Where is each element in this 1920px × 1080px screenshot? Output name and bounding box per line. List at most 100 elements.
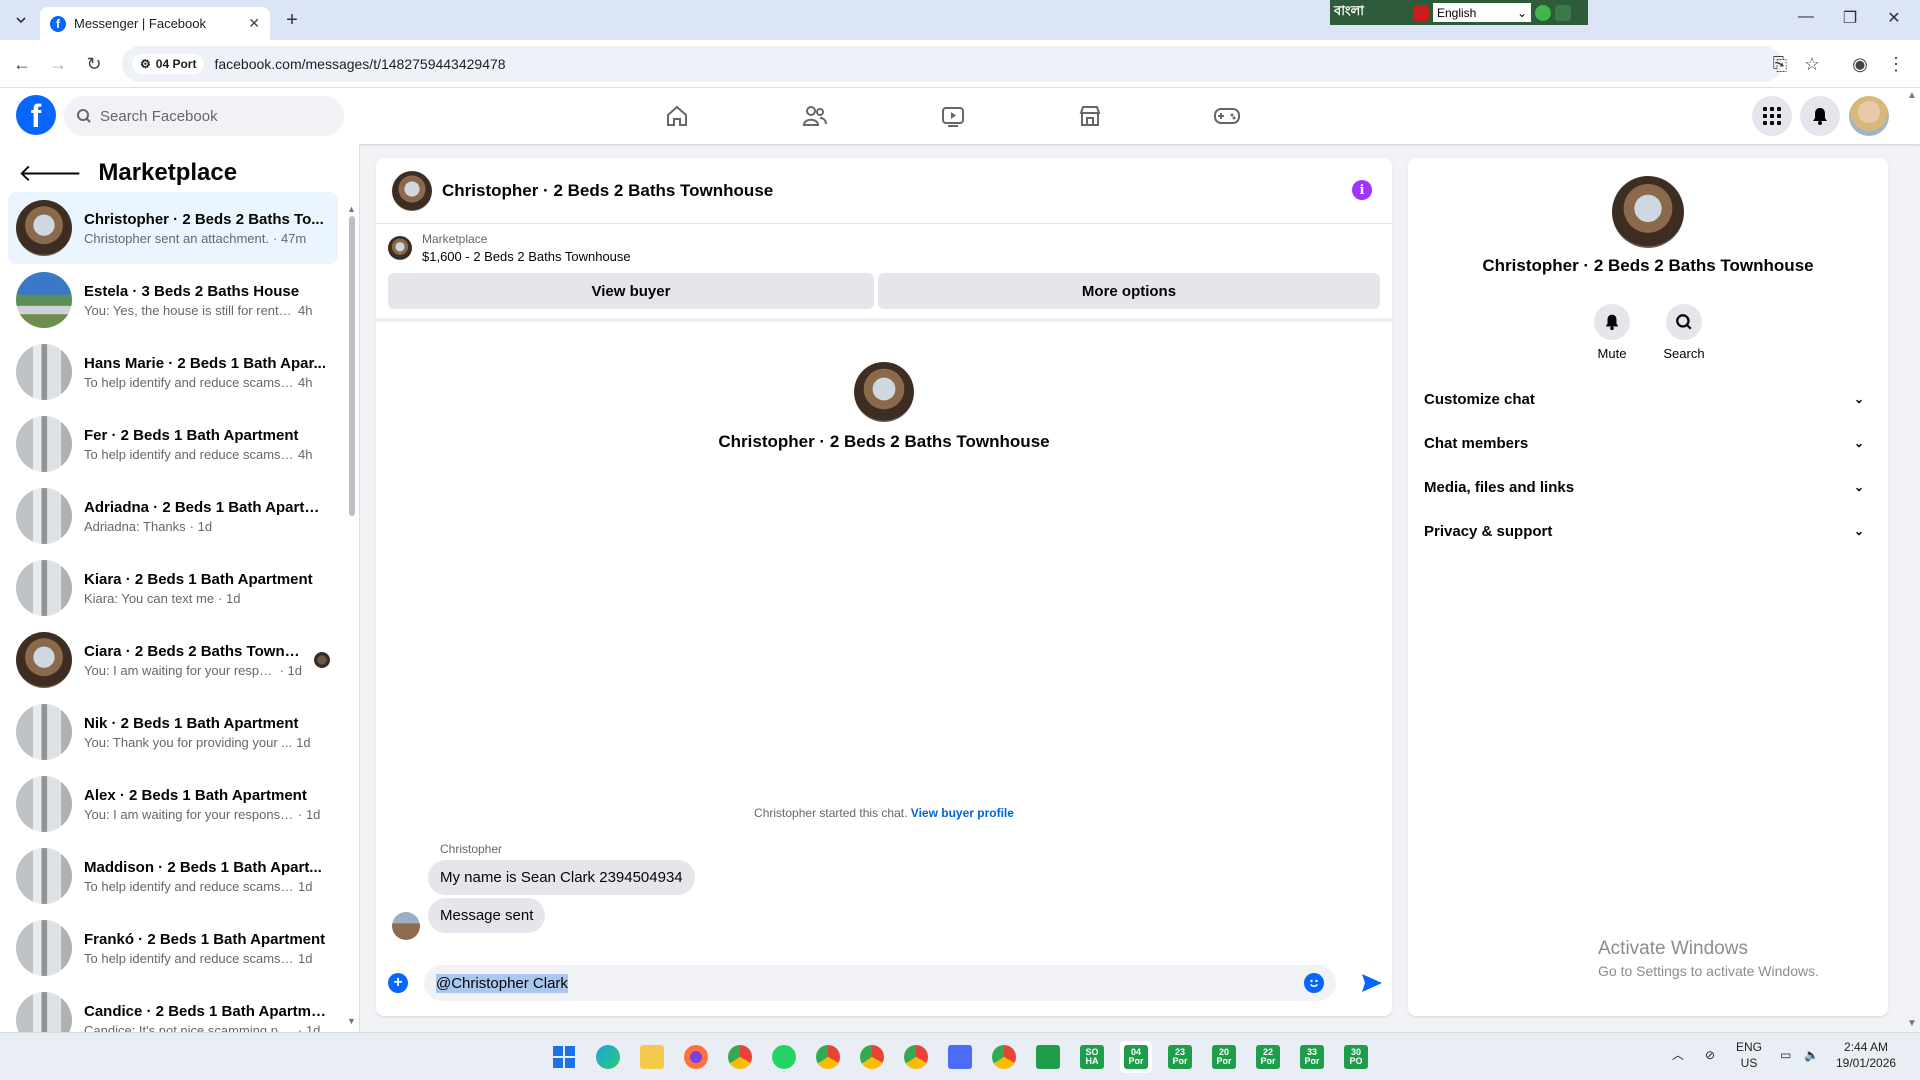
firefox-icon[interactable] [680,1041,712,1073]
conversation-item[interactable]: Adriadna · 2 Beds 1 Bath Apartm... Adriad… [8,480,338,552]
new-tab-button[interactable]: + [280,8,304,32]
back-arrow-icon[interactable]: 🡐 [18,158,82,188]
profile-icon[interactable]: ◉ [1848,52,1872,76]
taskbar-app-4[interactable]: 22 Por [1252,1041,1284,1073]
chat-title[interactable]: Christopher · 2 Beds 2 Baths Townhouse [442,181,773,201]
conversation-item[interactable]: Christopher · 2 Beds 2 Baths To... Christ… [8,192,338,264]
chrome-profile-icon[interactable] [856,1041,888,1073]
app-icon[interactable] [944,1041,976,1073]
menu-grid-icon[interactable] [1752,96,1792,136]
language-indicator[interactable]: ENG US [1736,1039,1762,1071]
emoji-icon[interactable] [1304,973,1324,993]
whatsapp-icon[interactable] [768,1041,800,1073]
conversation-name: Adriadna · 2 Beds 1 Bath Apartm... [84,498,330,516]
volume-icon[interactable]: 🔈 [1804,1047,1819,1063]
more-actions-plus-icon[interactable]: + [388,973,408,993]
conversation-item[interactable]: Kiara · 2 Beds 1 Bath Apartment Kiara: Yo… [8,552,338,624]
conversation-info-icon[interactable]: i [1352,180,1372,200]
facebook-search[interactable] [64,96,344,136]
close-window-icon[interactable]: ✕ [1880,8,1908,28]
back-icon[interactable]: ← [10,52,34,76]
nav-marketplace-icon[interactable] [1035,92,1145,140]
chrome-profile-icon[interactable] [988,1041,1020,1073]
conversation-item[interactable]: Hans Marie · 2 Beds 1 Bath Apar... To hel… [8,336,338,408]
site-info-chip[interactable]: ⚙ 04 Port [132,54,205,74]
bookmark-star-icon[interactable]: ☆ [1800,52,1824,76]
taskbar-app-5[interactable]: 33 Por [1296,1041,1328,1073]
conversation-item[interactable]: Fer · 2 Beds 1 Bath Apartment To help ide… [8,408,338,480]
nav-friends-icon[interactable] [760,92,870,140]
account-avatar[interactable] [1849,96,1889,136]
tray-overflow-icon[interactable]: ︿ [1672,1047,1684,1063]
taskbar-app-0[interactable]: SO HA [1076,1041,1108,1073]
conversation-item[interactable]: Frankó · 2 Beds 1 Bath Apartment To help … [8,912,338,984]
privacy-support-row[interactable]: Privacy & support ⌄ [1424,513,1872,549]
restore-icon[interactable]: ❐ [1836,8,1864,28]
conversation-item[interactable]: Ciara · 2 Beds 2 Baths Townho... You: I a… [8,624,338,696]
conversation-item[interactable]: Nik · 2 Beds 1 Bath Apartment You: Thank … [8,696,338,768]
details-avatar[interactable] [1612,176,1684,248]
sidebar-scrollbar[interactable]: ▲ ▼ [347,204,356,1026]
taskbar-app-3[interactable]: 20 Por [1208,1041,1240,1073]
reload-icon[interactable]: ↻ [82,52,106,76]
taskbar-app-1[interactable]: 04 Por [1120,1041,1152,1073]
chat-members-row[interactable]: Chat members ⌄ [1424,425,1872,461]
conversation-item[interactable]: Candice · 2 Beds 1 Bath Apartme... Candic… [8,984,338,1032]
view-buyer-profile-link[interactable]: View buyer profile [911,806,1014,820]
menu-kebab-icon[interactable]: ⋮ [1884,52,1908,76]
listing-summary[interactable]: Marketplace $1,600 - 2 Beds 2 Baths Town… [388,232,631,264]
facebook-header: f [0,88,1920,144]
nav-home-icon[interactable] [622,92,732,140]
search-in-chat-button[interactable]: Search [1654,304,1714,361]
message-bubble[interactable]: Message sent [428,898,546,933]
search-input[interactable] [100,107,320,125]
voicemail-icon[interactable] [1032,1041,1064,1073]
conversation-item[interactable]: Alex · 2 Beds 1 Bath Apartment You: I am … [8,768,338,840]
edge-icon[interactable] [592,1041,624,1073]
notifications-bell-icon[interactable] [1800,96,1840,136]
taskbar-app-2[interactable]: 23 Por [1164,1041,1196,1073]
view-buyer-button[interactable]: View buyer [388,273,874,309]
omnibox[interactable]: ⚙ 04 Port facebook.com/messages/t/1482759… [122,46,1782,82]
more-options-button[interactable]: More options [878,273,1380,309]
chrome-profile-icon[interactable] [900,1041,932,1073]
message-bubble[interactable]: My name is Sean Clark 2394504934 [428,860,695,895]
network-icon[interactable]: ⊘ [1705,1047,1715,1063]
facebook-logo[interactable]: f [16,95,56,135]
nav-gaming-icon[interactable] [1172,92,1282,140]
nav-video-icon[interactable] [898,92,1008,140]
message-input-text[interactable]: @Christopher Clark [436,973,568,993]
display-icon[interactable]: ▭ [1780,1047,1791,1063]
mute-button[interactable]: Mute [1582,304,1642,361]
tab-search-icon[interactable] [10,9,32,31]
chat-avatar[interactable] [392,170,432,211]
clock[interactable]: 2:44 AM 19/01/2026 [1836,1039,1896,1071]
media-files-links-row[interactable]: Media, files and links ⌄ [1424,469,1872,505]
install-app-icon[interactable]: ⎘ [1768,52,1792,76]
chevron-down-icon: ⌄ [1853,480,1864,494]
customize-chat-row[interactable]: Customize chat ⌄ [1424,381,1872,417]
listing-thumbnail [388,236,412,260]
conversation-item[interactable]: Maddison · 2 Beds 1 Bath Apart... To help… [8,840,338,912]
ime-close-icon[interactable] [1555,4,1571,21]
conversation-item[interactable]: Estela · 3 Beds 2 Baths House You: Yes, t… [8,264,338,336]
taskbar-app-6[interactable]: 30 PO [1340,1041,1372,1073]
send-icon[interactable] [1360,971,1384,995]
file-explorer-icon[interactable] [636,1041,668,1073]
minimize-icon[interactable]: — [1792,8,1820,26]
page-scrollbar[interactable]: ▲ ▼ [1904,88,1920,1032]
chrome-profile-icon[interactable] [812,1041,844,1073]
ime-status-icon[interactable] [1535,4,1551,21]
conversation-name: Frankó · 2 Beds 1 Bath Apartment [84,930,326,948]
sender-avatar[interactable] [392,912,420,940]
start-windows-icon[interactable] [548,1041,580,1073]
message-input[interactable]: @Christopher Clark [424,965,1336,1001]
keyboard-layout-widget[interactable]: বাংলা English ⌄ [1330,0,1588,25]
intro-avatar[interactable] [854,362,914,422]
chrome-icon[interactable] [724,1041,756,1073]
close-tab-icon[interactable]: ✕ [248,15,260,32]
browser-tab[interactable]: f Messenger | Facebook ✕ [40,7,270,40]
url-text[interactable]: facebook.com/messages/t/1482759443429478 [214,56,505,72]
ime-language-select[interactable]: English ⌄ [1433,3,1531,22]
forward-icon[interactable]: → [46,52,70,76]
